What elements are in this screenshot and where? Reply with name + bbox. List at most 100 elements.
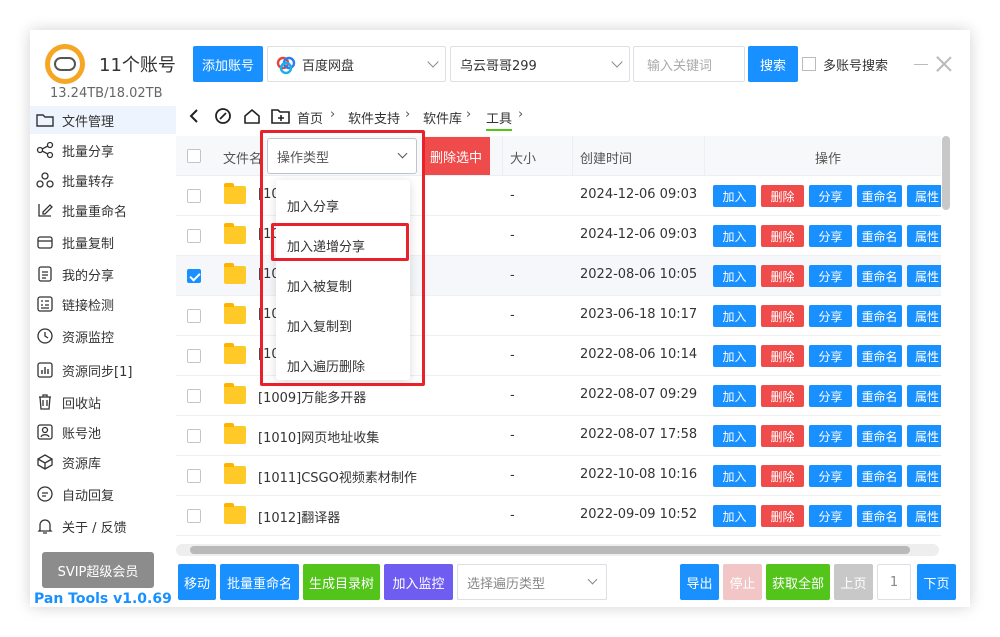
stop-button[interactable]: 停止 — [723, 564, 762, 600]
table-row[interactable]: [1010]网页地址收集 - 2022-08-07 17:58 加入 删除 分享… — [176, 416, 941, 456]
add-button[interactable]: 加入 — [713, 345, 756, 367]
share-button[interactable]: 分享 — [809, 465, 852, 487]
row-checkbox[interactable] — [187, 469, 201, 483]
share-button[interactable]: 分享 — [809, 185, 852, 207]
properties-button[interactable]: 属性 — [907, 425, 941, 447]
minimize-icon[interactable] — [914, 64, 928, 65]
refresh-icon[interactable] — [213, 106, 233, 126]
share-button[interactable]: 分享 — [809, 505, 852, 527]
search-input[interactable]: 输入关键词 — [633, 46, 745, 82]
file-name[interactable]: [1012]翻译器 — [258, 507, 340, 526]
fetch-all-button[interactable]: 获取全部 — [766, 564, 830, 600]
rename-button[interactable]: 重命名 — [857, 225, 902, 247]
horizontal-scrollbar-thumb[interactable] — [190, 546, 910, 554]
new-folder-icon[interactable] — [271, 106, 291, 126]
add-button[interactable]: 加入 — [713, 225, 756, 247]
breadcrumb-tools[interactable]: 工具 — [486, 108, 513, 131]
add-account-button[interactable]: 添加账号 — [193, 46, 263, 82]
sidebar-item-resource-sync[interactable]: 资源同步[1] — [30, 356, 176, 384]
home-icon[interactable] — [242, 106, 262, 126]
properties-button[interactable]: 属性 — [907, 265, 941, 287]
properties-button[interactable]: 属性 — [907, 465, 941, 487]
add-button[interactable]: 加入 — [713, 465, 756, 487]
sidebar-item-file-manage[interactable]: 文件管理 — [30, 106, 176, 134]
file-name[interactable]: [1009]万能多开器 — [258, 387, 366, 406]
share-button[interactable]: 分享 — [809, 225, 852, 247]
vertical-scrollbar[interactable] — [942, 136, 950, 210]
share-button[interactable]: 分享 — [809, 305, 852, 327]
prev-page-button[interactable]: 上页 — [834, 564, 873, 600]
generate-tree-button[interactable]: 生成目录树 — [303, 564, 380, 600]
user-select[interactable]: 乌云哥哥299 — [450, 46, 630, 82]
row-checkbox[interactable] — [187, 349, 201, 363]
sidebar-item-recycle-bin[interactable]: 回收站 — [30, 388, 176, 416]
properties-button[interactable]: 属性 — [907, 225, 941, 247]
row-checkbox[interactable] — [187, 309, 201, 323]
delete-button[interactable]: 删除 — [761, 225, 804, 247]
rename-button[interactable]: 重命名 — [857, 305, 902, 327]
delete-button[interactable]: 删除 — [761, 425, 804, 447]
add-button[interactable]: 加入 — [713, 505, 756, 527]
traverse-type-select[interactable]: 选择遍历类型 — [457, 564, 607, 600]
share-button[interactable]: 分享 — [809, 345, 852, 367]
rename-button[interactable]: 重命名 — [857, 505, 902, 527]
table-row[interactable]: [1011]CSGO视频素材制作 - 2022-10-08 10:16 加入 删… — [176, 456, 941, 496]
sidebar-item-batch-copy[interactable]: 批量复制 — [30, 228, 176, 256]
rename-button[interactable]: 重命名 — [857, 385, 902, 407]
rename-button[interactable]: 重命名 — [857, 425, 902, 447]
delete-button[interactable]: 删除 — [761, 505, 804, 527]
sidebar-item-resource-monitor[interactable]: 资源监控 — [30, 322, 176, 350]
delete-button[interactable]: 删除 — [761, 265, 804, 287]
row-checkbox[interactable] — [187, 269, 201, 283]
add-button[interactable]: 加入 — [713, 425, 756, 447]
breadcrumb-home[interactable]: 首页 — [297, 108, 323, 127]
sidebar-item-batch-rename[interactable]: 批量重命名 — [30, 196, 176, 224]
row-checkbox[interactable] — [187, 429, 201, 443]
share-button[interactable]: 分享 — [809, 385, 852, 407]
delete-button[interactable]: 删除 — [761, 465, 804, 487]
sidebar-item-my-share[interactable]: 我的分享 — [30, 260, 176, 288]
rename-button[interactable]: 重命名 — [857, 345, 902, 367]
properties-button[interactable]: 属性 — [907, 185, 941, 207]
select-all-checkbox[interactable] — [187, 149, 201, 163]
export-button[interactable]: 导出 — [680, 564, 719, 600]
delete-button[interactable]: 删除 — [761, 385, 804, 407]
rename-button[interactable]: 重命名 — [857, 465, 902, 487]
add-button[interactable]: 加入 — [713, 265, 756, 287]
add-monitor-button[interactable]: 加入监控 — [384, 564, 453, 600]
sidebar-item-batch-share[interactable]: 批量分享 — [30, 136, 176, 164]
file-name[interactable]: [1010]网页地址收集 — [258, 427, 379, 446]
rename-button[interactable]: 重命名 — [857, 185, 902, 207]
share-button[interactable]: 分享 — [809, 425, 852, 447]
file-name[interactable]: [1011]CSGO视频素材制作 — [258, 467, 417, 486]
next-page-button[interactable]: 下页 — [917, 564, 956, 600]
share-button[interactable]: 分享 — [809, 265, 852, 287]
add-button[interactable]: 加入 — [713, 305, 756, 327]
sidebar-item-batch-transfer[interactable]: 批量转存 — [30, 166, 176, 194]
breadcrumb-software-support[interactable]: 软件支持 — [348, 108, 400, 127]
close-icon[interactable] — [936, 56, 952, 72]
properties-button[interactable]: 属性 — [907, 385, 941, 407]
sidebar-item-link-check[interactable]: 链接检测 — [30, 290, 176, 318]
add-button[interactable]: 加入 — [713, 385, 756, 407]
disk-select[interactable]: 百度网盘 — [267, 46, 446, 82]
rename-button[interactable]: 重命名 — [857, 265, 902, 287]
row-checkbox[interactable] — [187, 509, 201, 523]
delete-button[interactable]: 删除 — [761, 185, 804, 207]
properties-button[interactable]: 属性 — [907, 345, 941, 367]
delete-selected-button[interactable]: 删除选中 — [422, 137, 490, 175]
sidebar-item-resource-library[interactable]: 资源库 — [30, 448, 176, 476]
breadcrumb-software-library[interactable]: 软件库 — [423, 108, 462, 127]
svip-button[interactable]: SVIP超级会员 — [42, 552, 154, 588]
horizontal-scrollbar[interactable] — [176, 544, 939, 556]
sidebar-item-account-pool[interactable]: 账号池 — [30, 418, 176, 446]
properties-button[interactable]: 属性 — [907, 505, 941, 527]
row-checkbox[interactable] — [187, 389, 201, 403]
back-icon[interactable] — [184, 106, 204, 126]
row-checkbox[interactable] — [187, 189, 201, 203]
table-row[interactable]: [1012]翻译器 - 2022-09-09 10:52 加入 删除 分享 重命… — [176, 496, 941, 536]
delete-button[interactable]: 删除 — [761, 345, 804, 367]
row-checkbox[interactable] — [187, 229, 201, 243]
add-button[interactable]: 加入 — [713, 185, 756, 207]
sidebar-item-about-feedback[interactable]: 关于 / 反馈 — [30, 512, 176, 540]
